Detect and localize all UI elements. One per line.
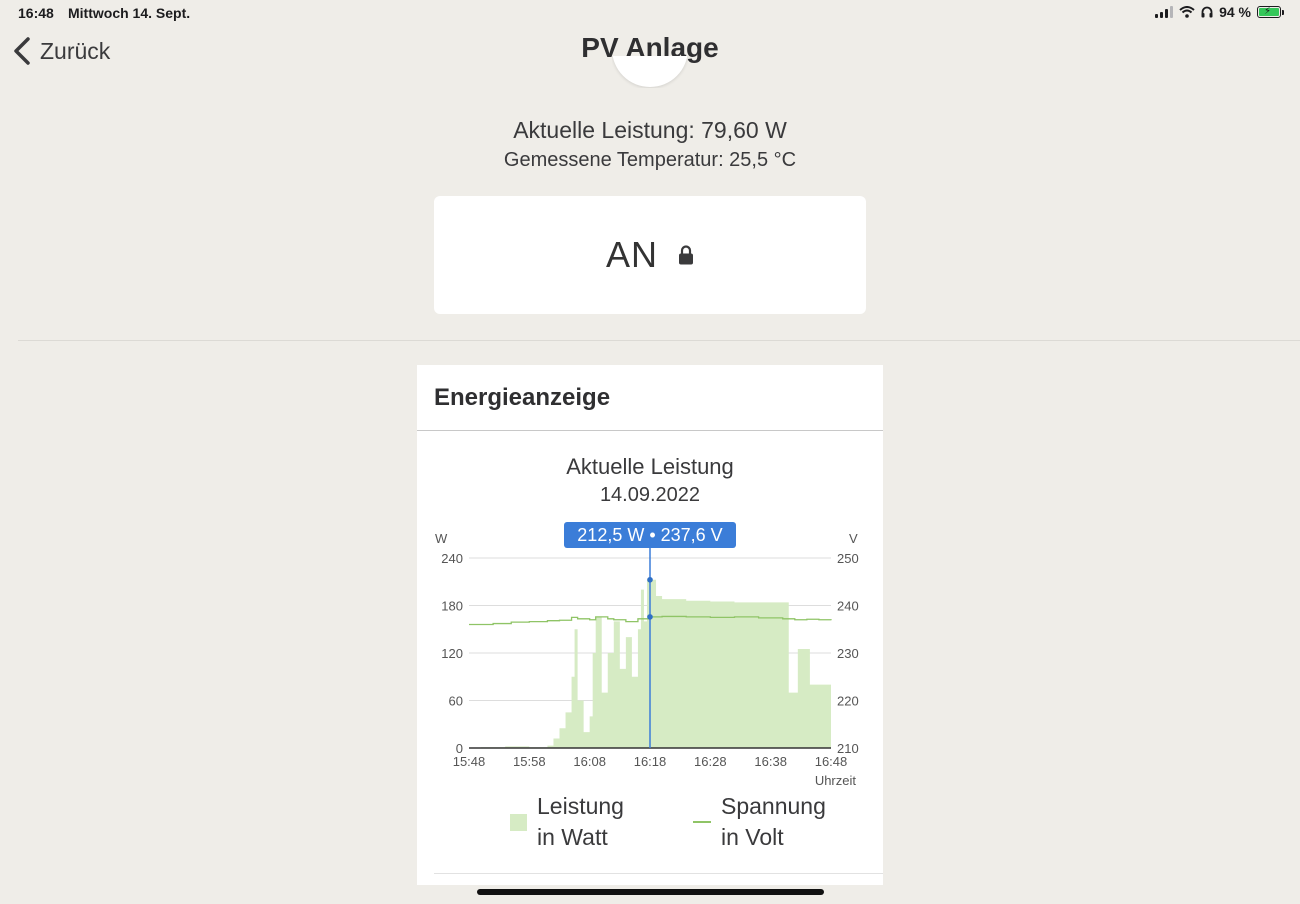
chart-legend: Leistung in Watt Spannung in Volt bbox=[510, 791, 826, 853]
x-tick-label: 16:38 bbox=[754, 754, 787, 769]
legend-swatch-power bbox=[510, 813, 527, 831]
x-tick-label: 15:58 bbox=[513, 754, 546, 769]
lock-icon bbox=[679, 245, 693, 265]
battery-charging-icon: ⚡ bbox=[1257, 6, 1281, 18]
status-time: 16:48 bbox=[18, 5, 54, 21]
y-left-tick-label: 60 bbox=[449, 694, 463, 709]
battery-percent: 94 % bbox=[1219, 4, 1251, 20]
y-right-axis-label: V bbox=[849, 531, 858, 546]
legend-swatch-voltage bbox=[693, 821, 711, 823]
legend-label-power: Leistung in Watt bbox=[537, 791, 637, 853]
home-indicator[interactable] bbox=[477, 889, 824, 895]
x-tick-label: 16:28 bbox=[694, 754, 727, 769]
wifi-icon bbox=[1179, 6, 1195, 18]
y-right-tick-label: 230 bbox=[837, 646, 859, 661]
legend-label-voltage-line2: in Volt bbox=[721, 824, 784, 850]
energy-card: Energieanzeige Aktuelle Leistung 14.09.2… bbox=[417, 365, 883, 885]
y-right-tick-label: 250 bbox=[837, 551, 859, 566]
cellular-signal-icon bbox=[1155, 6, 1174, 18]
legend-item-power[interactable]: Leistung in Watt bbox=[510, 791, 637, 853]
x-tick-label: 16:18 bbox=[634, 754, 667, 769]
y-left-tick-label: 120 bbox=[441, 646, 463, 661]
status-date: Mittwoch 14. Sept. bbox=[68, 5, 191, 21]
switch-state: AN bbox=[605, 234, 658, 275]
chart-tooltip-text: 212,5 W • 237,6 V bbox=[577, 525, 722, 545]
x-tick-label: 16:48 bbox=[815, 754, 848, 769]
x-axis-label: Uhrzeit bbox=[815, 773, 857, 788]
device-icon bbox=[612, 56, 688, 88]
section-divider bbox=[18, 340, 1300, 341]
battery-cap bbox=[1282, 9, 1284, 15]
cursor-power-marker bbox=[647, 576, 653, 583]
legend-item-voltage[interactable]: Spannung in Volt bbox=[693, 791, 826, 853]
headphones-icon bbox=[1201, 6, 1213, 18]
card-bottom-separator bbox=[434, 873, 883, 874]
y-right-tick-label: 220 bbox=[837, 694, 859, 709]
y-right-tick-label: 240 bbox=[837, 599, 859, 614]
y-left-axis-label: W bbox=[435, 531, 448, 546]
x-tick-label: 15:48 bbox=[453, 754, 486, 769]
status-bar: 16:48 Mittwoch 14. Sept. 94 % ⚡ bbox=[0, 0, 1300, 26]
legend-label-voltage: Spannung in Volt bbox=[721, 791, 826, 853]
current-power-text: Aktuelle Leistung: 79,60 W bbox=[513, 117, 787, 143]
cursor-voltage-marker bbox=[647, 614, 653, 620]
energy-chart[interactable]: 0 21060 220120 230180 240240 250W V15:48 15:58 1… bbox=[417, 365, 883, 795]
status-indicators: 94 % ⚡ bbox=[1155, 4, 1284, 20]
legend-label-power-line1: Leistung bbox=[537, 793, 624, 819]
y-left-tick-label: 180 bbox=[441, 599, 463, 614]
y-left-tick-label: 240 bbox=[441, 551, 463, 566]
temperature-text: Gemessene Temperatur: 25,5 °C bbox=[503, 149, 797, 171]
power-switch-card[interactable]: AN bbox=[434, 196, 866, 314]
legend-label-power-line2: in Watt bbox=[537, 824, 608, 850]
legend-label-voltage-line1: Spannung bbox=[721, 793, 826, 819]
x-tick-label: 16:08 bbox=[573, 754, 606, 769]
